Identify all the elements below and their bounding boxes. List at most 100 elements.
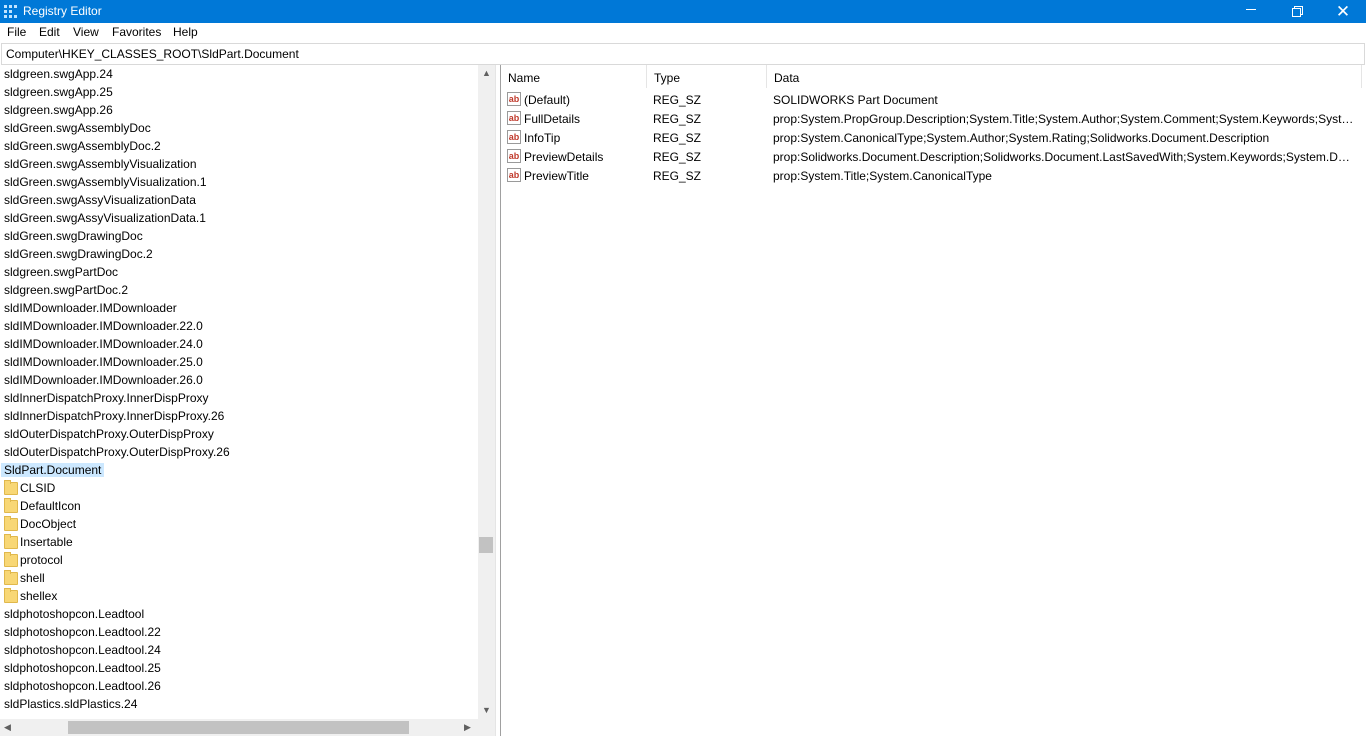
tree-item-label: protocol <box>20 553 63 567</box>
restore-icon <box>1291 6 1303 17</box>
value-data: prop:System.Title;System.CanonicalType <box>773 169 992 183</box>
scroll-up-icon[interactable]: ▲ <box>482 68 491 78</box>
tree-item[interactable]: sldIMDownloader.IMDownloader.25.0 <box>0 353 478 371</box>
tree-item[interactable]: sldIMDownloader.IMDownloader.22.0 <box>0 317 478 335</box>
tree-item-label: shellex <box>20 589 58 603</box>
tree-item[interactable]: sldGreen.swgAssemblyVisualization.1 <box>0 173 478 191</box>
value-name: FullDetails <box>524 112 581 126</box>
address-bar[interactable]: Computer\HKEY_CLASSES_ROOT\SldPart.Docum… <box>1 43 1365 65</box>
tree-item-folder[interactable]: CLSID <box>0 479 478 497</box>
tree-item[interactable]: sldgreen.swgApp.24 <box>0 65 478 83</box>
tree-item[interactable]: sldgreen.swgApp.26 <box>0 101 478 119</box>
tree-item-folder[interactable]: protocol <box>0 551 478 569</box>
tree-item[interactable]: SldPart.Document <box>0 461 478 479</box>
menu-favorites[interactable]: Favorites <box>112 25 161 39</box>
tree-item-label: sldgreen.swgApp.25 <box>4 85 113 99</box>
value-row[interactable]: ab (Default) REG_SZ SOLIDWORKS Part Documen… <box>501 90 1366 109</box>
value-row[interactable]: ab FullDetails REG_SZ prop:System.PropGroup… <box>501 109 1366 128</box>
tree-item[interactable]: sldPlastics.sldPlastics.24 <box>0 695 478 713</box>
tree-item-label: sldgreen.swgApp.26 <box>4 103 113 117</box>
tree-item-label: sldIMDownloader.IMDownloader.25.0 <box>4 355 203 369</box>
menu-edit[interactable]: Edit <box>39 25 60 39</box>
minimize-button[interactable] <box>1228 0 1274 23</box>
string-value-icon: ab <box>507 149 521 163</box>
menu-bar: File Edit View Favorites Help <box>0 23 1366 42</box>
tree-item[interactable]: sldphotoshopcon.Leadtool <box>0 605 478 623</box>
tree-item[interactable]: sldOuterDispatchProxy.OuterDispProxy.26 <box>0 443 478 461</box>
value-name: PreviewDetails <box>524 150 604 164</box>
tree-item[interactable]: sldphotoshopcon.Leadtool.24 <box>0 641 478 659</box>
tree-item-label: sldphotoshopcon.Leadtool.25 <box>4 661 161 675</box>
tree-item-label: CLSID <box>20 481 56 495</box>
tree-item-label: sldGreen.swgAssemblyDoc.2 <box>4 139 161 153</box>
tree-item[interactable]: sldIMDownloader.IMDownloader.24.0 <box>0 335 478 353</box>
value-data: prop:Solidworks.Document.Description;Sol… <box>773 150 1356 164</box>
tree-item[interactable]: sldIMDownloader.IMDownloader <box>0 299 478 317</box>
values-list[interactable]: Name Type Data ab (Default) REG_SZ SOLIDWOR… <box>501 65 1366 736</box>
scroll-thumb[interactable] <box>479 537 493 553</box>
tree-item-label: sldGreen.swgDrawingDoc <box>4 229 143 243</box>
value-row[interactable]: ab InfoTip REG_SZ prop:System.CanonicalType… <box>501 128 1366 147</box>
scroll-right-icon[interactable]: ▶ <box>464 722 471 733</box>
value-row[interactable]: ab PreviewTitle REG_SZ prop:System.Title;Sy… <box>501 166 1366 185</box>
value-row[interactable]: ab PreviewDetails REG_SZ prop:Solidworks.Do… <box>501 147 1366 166</box>
tree-item[interactable]: sldphotoshopcon.Leadtool.22 <box>0 623 478 641</box>
key-tree[interactable]: sldgreen.swgApp.24 sldgreen.swgApp.25 sldg… <box>0 65 478 719</box>
folder-icon <box>4 534 18 549</box>
tree-item[interactable]: sldgreen.swgPartDoc <box>0 263 478 281</box>
tree-item[interactable]: sldGreen.swgAssemblyDoc.2 <box>0 137 478 155</box>
tree-item-folder[interactable]: Insertable <box>0 533 478 551</box>
tree-item-folder[interactable]: shell <box>0 569 478 587</box>
tree-item-label: sldphotoshopcon.Leadtool.26 <box>4 679 161 693</box>
tree-item-label: sldgreen.swgPartDoc.2 <box>4 283 129 297</box>
restore-button[interactable] <box>1274 0 1320 23</box>
column-header-data[interactable]: Data <box>767 65 1362 88</box>
value-data: prop:System.CanonicalType;System.Author;… <box>773 131 1270 145</box>
title-bar: Registry Editor ✕ <box>0 0 1366 23</box>
tree-vertical-scrollbar[interactable]: ▲ ▼ <box>478 65 495 719</box>
tree-item[interactable]: sldOuterDispatchProxy.OuterDispProxy <box>0 425 478 443</box>
tree-item[interactable]: sldGreen.swgAssemblyDoc <box>0 119 478 137</box>
tree-item[interactable]: sldInnerDispatchProxy.InnerDispProxy.26 <box>0 407 478 425</box>
tree-item-label: sldIMDownloader.IMDownloader.26.0 <box>4 373 203 387</box>
tree-horizontal-scrollbar[interactable]: ◀ ▶ <box>0 719 478 736</box>
value-type: REG_SZ <box>653 112 702 126</box>
string-value-icon: ab <box>507 111 521 125</box>
tree-item[interactable]: sldphotoshopcon.Leadtool.26 <box>0 677 478 695</box>
value-data: prop:System.PropGroup.Description;System… <box>773 112 1356 126</box>
tree-item[interactable]: sldInnerDispatchProxy.InnerDispProxy <box>0 389 478 407</box>
tree-item-label: sldphotoshopcon.Leadtool.22 <box>4 625 161 639</box>
tree-item[interactable]: sldGreen.swgDrawingDoc <box>0 227 478 245</box>
tree-item-label: sldPlastics.sldPlastics.24 <box>4 697 138 711</box>
value-name: PreviewTitle <box>524 169 589 183</box>
tree-item-label: DocObject <box>20 517 77 531</box>
menu-help[interactable]: Help <box>173 25 198 39</box>
value-type: REG_SZ <box>653 150 702 164</box>
scrollbar-corner <box>478 719 495 736</box>
tree-item-label: sldGreen.swgAssemblyVisualization <box>4 157 197 171</box>
close-button[interactable]: ✕ <box>1320 0 1366 23</box>
menu-view[interactable]: View <box>73 25 99 39</box>
tree-item[interactable]: sldIMDownloader.IMDownloader.26.0 <box>0 371 478 389</box>
tree-item-folder[interactable]: shellex <box>0 587 478 605</box>
tree-item[interactable]: sldphotoshopcon.Leadtool.25 <box>0 659 478 677</box>
tree-item[interactable]: sldgreen.swgApp.25 <box>0 83 478 101</box>
column-header-name[interactable]: Name <box>501 65 647 88</box>
tree-item-folder[interactable]: DefaultIcon <box>0 497 478 515</box>
scroll-down-icon[interactable]: ▼ <box>482 705 491 715</box>
scroll-left-icon[interactable]: ◀ <box>4 722 11 733</box>
menu-file[interactable]: File <box>7 25 26 39</box>
tree-item-label: Insertable <box>20 535 73 549</box>
tree-item[interactable]: sldGreen.swgAssyVisualizationData.1 <box>0 209 478 227</box>
tree-item[interactable]: sldGreen.swgAssyVisualizationData <box>0 191 478 209</box>
address-path: Computer\HKEY_CLASSES_ROOT\SldPart.Docum… <box>6 47 299 61</box>
scroll-thumb-horizontal[interactable] <box>68 721 409 734</box>
tree-item[interactable]: sldGreen.swgAssemblyVisualization <box>0 155 478 173</box>
tree-item[interactable]: sldGreen.swgDrawingDoc.2 <box>0 245 478 263</box>
registry-editor-icon <box>4 5 17 18</box>
tree-item[interactable]: sldgreen.swgPartDoc.2 <box>0 281 478 299</box>
tree-item-label: sldIMDownloader.IMDownloader.22.0 <box>4 319 203 333</box>
tree-item-label: sldOuterDispatchProxy.OuterDispProxy.26 <box>4 445 230 459</box>
column-header-type[interactable]: Type <box>647 65 767 88</box>
tree-item-folder[interactable]: DocObject <box>0 515 478 533</box>
